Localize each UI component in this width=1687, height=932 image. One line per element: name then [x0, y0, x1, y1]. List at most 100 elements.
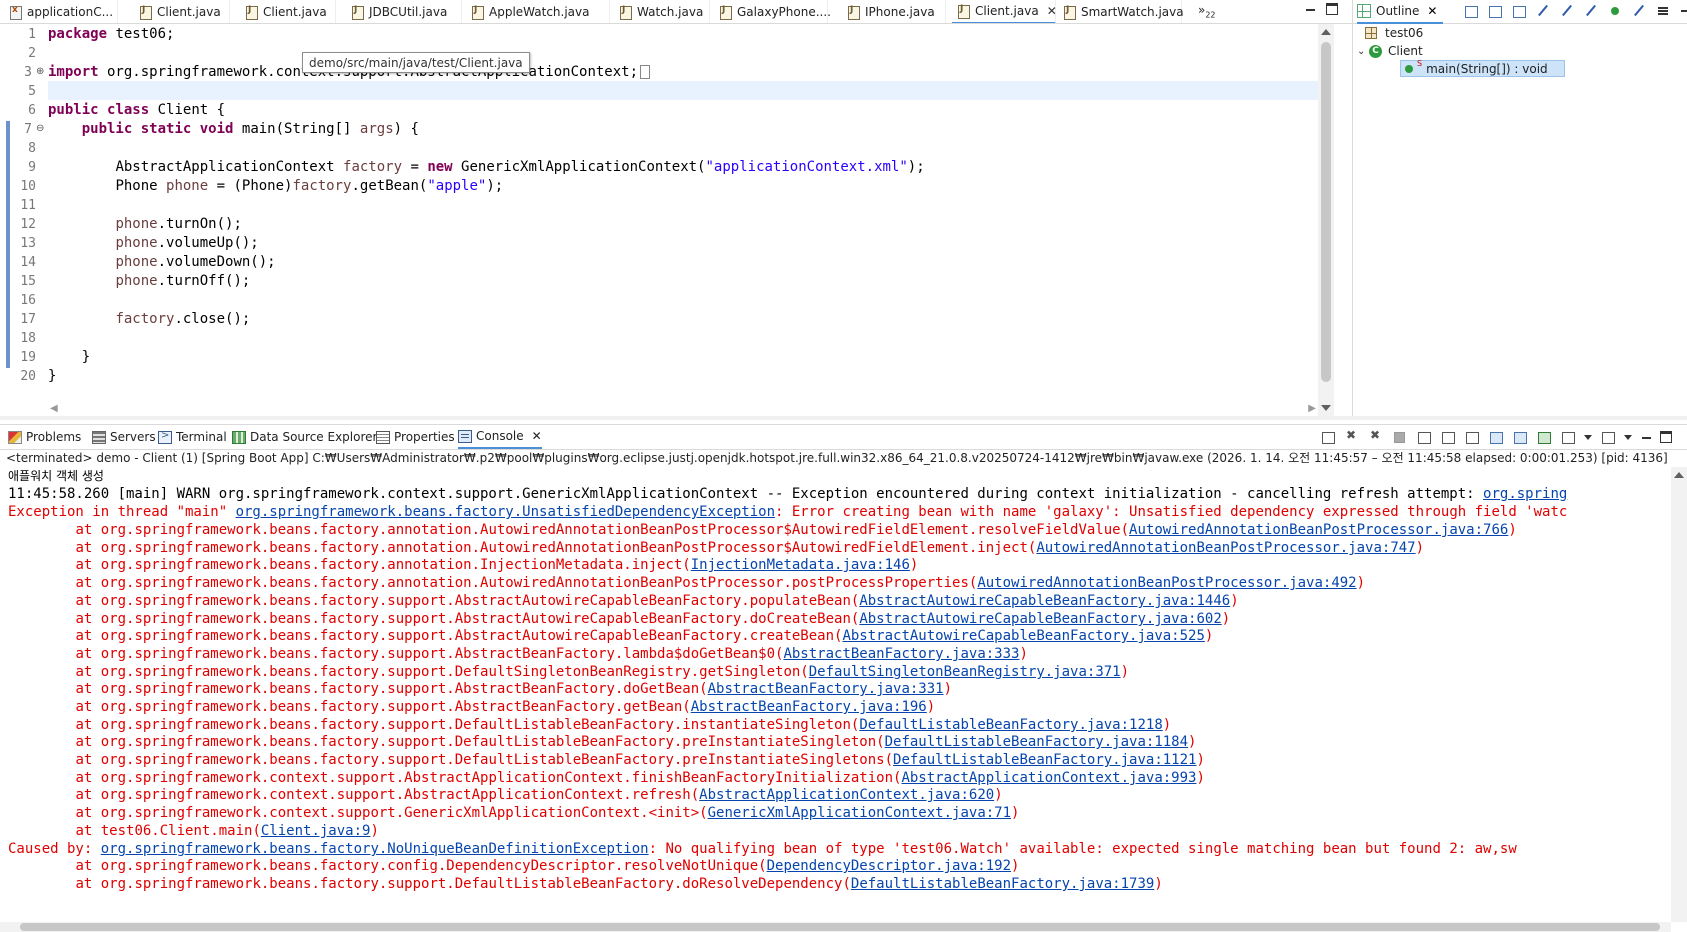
minimize-icon[interactable] [1304, 3, 1316, 15]
stacktrace-link[interactable]: org.spring [1483, 486, 1567, 502]
chevron-down-icon[interactable]: ⌄ [1357, 46, 1369, 57]
stacktrace-link[interactable]: DefaultListableBeanFactory.java:1121 [893, 752, 1196, 768]
fold-expand-icon[interactable]: ⊕ [36, 62, 46, 81]
tab-properties[interactable]: Properties [376, 425, 455, 449]
stacktrace-link[interactable]: AbstractBeanFactory.java:333 [783, 646, 1019, 662]
relaunch-icon[interactable] [1320, 430, 1336, 444]
stacktrace-link[interactable]: DefaultListableBeanFactory.java:1218 [859, 717, 1162, 733]
stop-icon[interactable] [1392, 430, 1408, 444]
console-horizontal-scrollbar[interactable] [0, 922, 1671, 932]
display-console-icon[interactable] [1560, 430, 1576, 444]
console-vertical-scrollbar[interactable] [1671, 467, 1687, 922]
code-line-14: phone.volumeDown(); [115, 254, 276, 270]
sort-alphabetically-icon[interactable] [1511, 4, 1527, 18]
scroll-up-icon[interactable] [1321, 29, 1331, 35]
stacktrace-link[interactable]: AbstractAutowireCapableBeanFactory.java:… [842, 628, 1204, 644]
editor-tab-galaxyphone[interactable]: GalaxyPhone.... [714, 0, 831, 23]
minimize-icon[interactable] [1640, 431, 1652, 443]
scroll-down-icon[interactable] [1321, 405, 1331, 411]
word-wrap-icon[interactable] [1464, 430, 1480, 444]
scroll-up-icon[interactable] [1674, 472, 1684, 478]
close-icon[interactable]: ✕ [1047, 4, 1057, 18]
stacktrace-link[interactable]: AbstractApplicationContext.java:620 [699, 787, 994, 803]
chevron-down-icon[interactable] [1624, 430, 1632, 444]
stacktrace-link[interactable]: AbstractBeanFactory.java:331 [708, 681, 944, 697]
editor-tab-applewatch[interactable]: AppleWatch.java [466, 0, 610, 23]
tab-outline[interactable]: Outline ✕ [1357, 0, 1444, 24]
line-number: 13 [20, 236, 36, 251]
stacktrace-link[interactable]: InjectionMetadata.java:146 [691, 557, 910, 573]
editor-tab-client-active[interactable]: Client.java ✕ [952, 0, 1057, 23]
exception-link[interactable]: org.springframework.beans.factory.Unsati… [236, 504, 775, 520]
editor-tab-iphone[interactable]: IPhone.java [842, 0, 946, 23]
maximize-icon[interactable] [1326, 3, 1338, 15]
scroll-lock-icon[interactable] [1440, 430, 1456, 444]
remove-all-terminated-icon[interactable] [1368, 428, 1384, 444]
scroll-left-icon[interactable]: ◀ [50, 403, 58, 414]
show-stderr-icon[interactable] [1512, 430, 1528, 444]
tab-data-source-explorer[interactable]: Data Source Explorer [232, 425, 377, 449]
stacktrace-link[interactable]: AutowiredAnnotationBeanPostProcessor.jav… [1129, 522, 1508, 538]
clear-console-icon[interactable] [1416, 430, 1432, 444]
editor-tab-client-1[interactable]: Client.java [134, 0, 230, 23]
scroll-right-icon[interactable]: ▶ [1308, 403, 1316, 414]
view-sash[interactable] [0, 416, 1687, 420]
stacktrace-link[interactable]: org.springframework.beans.factory.NoUniq… [101, 841, 649, 857]
link-with-editor-icon[interactable] [1631, 4, 1647, 18]
editor-tab-client-2[interactable]: Client.java [240, 0, 336, 23]
console-output[interactable]: 애플워치 객체 생성 11:45:58.260 [main] WARN org.… [0, 467, 1671, 922]
editor-vertical-scrollbar[interactable] [1318, 24, 1334, 416]
hide-local-types-icon[interactable] [1607, 4, 1623, 18]
stacktrace-link[interactable]: AbstractApplicationContext.java:993 [901, 770, 1196, 786]
editor-horizontal-scrollbar[interactable]: ◀ ▶ [48, 400, 1318, 416]
outline-class-item[interactable]: ⌄ C Client [1357, 42, 1423, 60]
stacktrace-link[interactable]: DefaultListableBeanFactory.java:1184 [885, 734, 1188, 750]
show-stdout-icon[interactable] [1488, 430, 1504, 444]
maximize-icon[interactable] [1660, 431, 1672, 443]
editor-tab-smartwatch[interactable]: SmartWatch.java [1058, 0, 1184, 23]
hide-static-icon[interactable] [1559, 4, 1575, 18]
chevron-down-icon[interactable] [1584, 430, 1592, 444]
stacktrace-link[interactable]: AbstractBeanFactory.java:196 [691, 699, 927, 715]
editor-tab-jdbcutil[interactable]: JDBCUtil.java [346, 0, 462, 23]
console-line-warn: 11:45:58.260 [main] WARN org.springframe… [8, 486, 1568, 502]
close-icon[interactable]: ✕ [532, 429, 542, 443]
hide-non-public-icon[interactable] [1583, 4, 1599, 18]
view-menu-icon[interactable] [1655, 4, 1671, 18]
code-text-area[interactable]: package test06; import org.springframewo… [48, 24, 1318, 416]
hide-fields-icon[interactable] [1535, 4, 1551, 18]
java-file-icon [244, 5, 258, 20]
java-file-icon [956, 4, 970, 19]
open-console-icon[interactable] [1600, 430, 1616, 444]
java-file-icon [718, 5, 732, 20]
tab-terminal[interactable]: Terminal [158, 425, 227, 449]
stacktrace-link[interactable]: AutowiredAnnotationBeanPostProcessor.jav… [977, 575, 1356, 591]
sort-icon[interactable] [1463, 4, 1479, 18]
minimize-icon[interactable] [1679, 4, 1687, 16]
fold-collapse-icon[interactable]: ⊖ [36, 119, 46, 138]
tab-servers[interactable]: Servers [92, 425, 156, 449]
stacktrace-link[interactable]: DefaultSingletonBeanRegistry.java:371 [809, 664, 1121, 680]
editor-tab-watch[interactable]: Watch.java [614, 0, 710, 23]
code-line-13: phone.volumeUp(); [115, 235, 259, 251]
stacktrace-link[interactable]: DependencyDescriptor.java:192 [767, 858, 1011, 874]
editor-tab-applicationcontext[interactable]: applicationC... [4, 0, 118, 23]
outline-method-item-selected[interactable]: S main(String[]) : void [1400, 59, 1565, 77]
scroll-thumb[interactable] [1321, 42, 1331, 382]
outline-package-item[interactable]: test06 [1365, 24, 1423, 42]
stacktrace-link[interactable]: Client.java:9 [261, 823, 371, 839]
tab-overflow-button[interactable]: »22 [1198, 3, 1216, 19]
close-icon[interactable]: ✕ [1427, 4, 1437, 18]
stacktrace-link[interactable]: AutowiredAnnotationBeanPostProcessor.jav… [1036, 540, 1415, 556]
collapse-all-icon[interactable] [1487, 4, 1503, 18]
tab-console[interactable]: Console ✕ [458, 425, 542, 449]
code-editor[interactable]: 1 2 3 ⊕ 5 6 7 ⊖ 8 9 10 11 12 13 14 15 16… [0, 24, 1334, 416]
terminate-icon[interactable] [1344, 428, 1360, 444]
pin-console-icon[interactable] [1536, 430, 1552, 444]
stacktrace-link[interactable]: AbstractAutowireCapableBeanFactory.java:… [859, 611, 1221, 627]
tab-problems[interactable]: Problems [8, 425, 81, 449]
scroll-thumb[interactable] [20, 923, 1660, 931]
stacktrace-link[interactable]: GenericXmlApplicationContext.java:71 [708, 805, 1011, 821]
stacktrace-link[interactable]: AbstractAutowireCapableBeanFactory.java:… [859, 593, 1230, 609]
stacktrace-link[interactable]: DefaultListableBeanFactory.java:1739 [851, 876, 1154, 892]
